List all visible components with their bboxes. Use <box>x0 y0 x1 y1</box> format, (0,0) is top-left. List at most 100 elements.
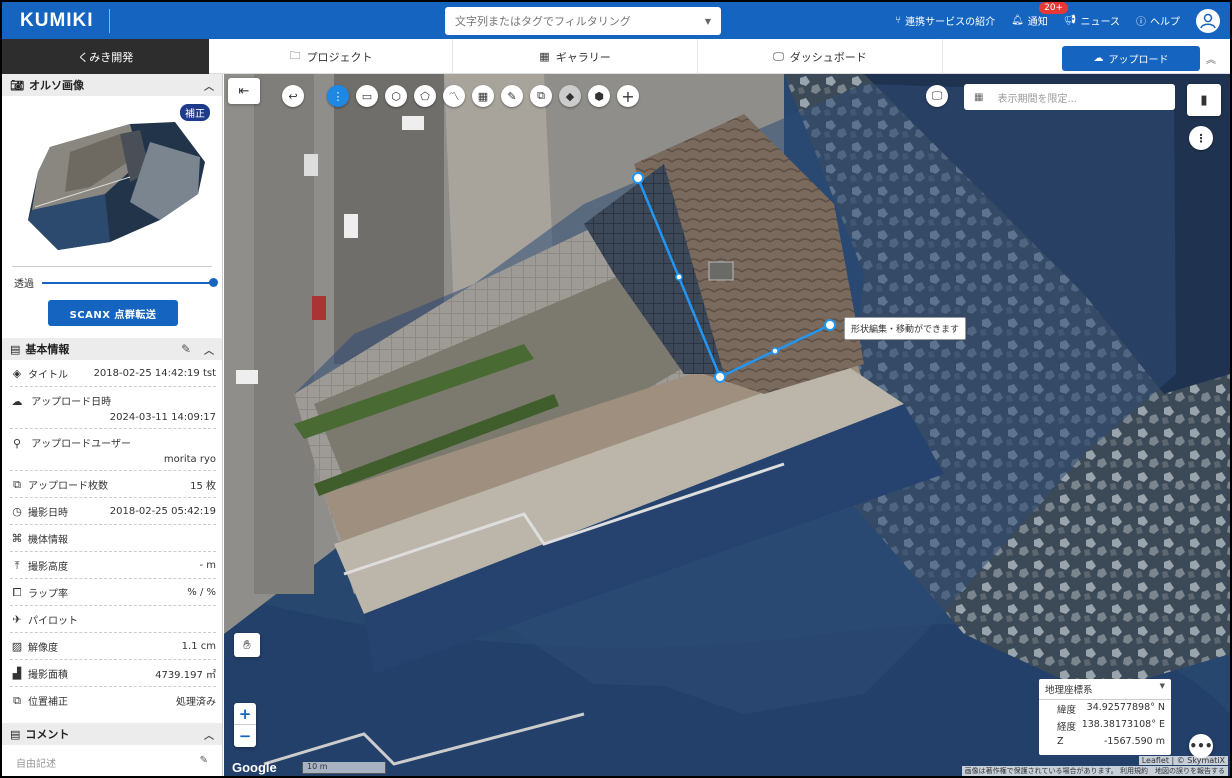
map-attribution[interactable]: Leaflet | © SkymatiX <box>1138 756 1228 765</box>
map-menu-button[interactable]: ⋮ <box>1189 126 1213 150</box>
pentagon-icon: ⬠ <box>420 89 430 103</box>
camera-icon: 📷︎ <box>10 78 24 92</box>
opacity-slider-row: 透過 <box>2 267 222 290</box>
bell-icon: 🔔︎ <box>1011 15 1024 26</box>
upload-button[interactable]: ☁ アップロード <box>1062 46 1200 71</box>
zoom-in-button[interactable]: + <box>234 703 256 725</box>
search-filter[interactable]: ▼ <box>445 7 721 35</box>
scanx-transfer-button[interactable]: SCANX 点群転送 <box>48 300 178 326</box>
coordinate-panel: 地理座標系 ▼ 緯度 34.92577898° N 経度 138.3817310… <box>1039 679 1171 755</box>
hand-icon: ✋︎ <box>243 637 251 653</box>
info-row-resolution: ▨ 解像度 1.1 cm <box>10 633 216 660</box>
news-button[interactable]: 📢︎ ニュース <box>1064 13 1120 28</box>
ortho-title: オルソ画像 <box>28 79 84 92</box>
measure-distance-tool[interactable]: ▭ <box>356 85 378 107</box>
info-value: 処理済み <box>176 697 216 708</box>
chevron-down-icon[interactable]: ▼ <box>705 17 711 26</box>
tab-project-label: プロジェクト <box>306 50 373 64</box>
info-label: 解像度 <box>28 643 58 654</box>
tab-dashboard[interactable]: 🖵 ダッシュボード <box>698 39 943 74</box>
eraser-tool[interactable]: ◆ <box>559 85 581 107</box>
edit-icon[interactable]: ✎ <box>181 342 191 356</box>
edit-icon: ✎ <box>507 89 517 103</box>
search-input[interactable] <box>455 14 705 28</box>
zoom-out-button[interactable]: − <box>234 725 256 747</box>
comment-field[interactable]: 自由記述 ✎ <box>2 745 222 776</box>
volume-tool[interactable]: ⬢ <box>588 85 610 107</box>
layers-icon: ◈ <box>12 367 22 380</box>
add-tool[interactable]: + <box>617 85 639 107</box>
display-settings-button[interactable]: 🖵 <box>926 85 948 107</box>
basic-info-header[interactable]: ▤ 基本情報 ✎ ︿ <box>2 338 222 360</box>
info-label: 位置補正 <box>28 697 68 708</box>
compare-tool[interactable]: ⧉ <box>530 85 552 107</box>
avatar[interactable] <box>1196 8 1220 33</box>
integration-link[interactable]: ⑂ 連携サービスの紹介 <box>895 13 995 28</box>
cloud-upload-icon: ☁ <box>1093 53 1104 64</box>
info-list-icon: ▤ <box>10 342 21 356</box>
comment-placeholder: 自由記述 <box>16 759 56 770</box>
map-terms[interactable]: 画像は著作権で保護されている場合があります。 利用規約 地図の誤りを報告する <box>961 766 1228 776</box>
megaphone-icon: 📢︎ <box>1063 15 1077 26</box>
ortho-preview-image <box>28 122 205 250</box>
coord-z-row: Z -1567.590 m <box>1039 734 1171 748</box>
map-view[interactable]: ⇤ ↩ ⋮ ▭ ⬡ ⬠ 〽 ▦ ✎ ⧉ ◆ ⬢ + 🖵 ▦ 表示期間を限定...… <box>224 74 1230 776</box>
opacity-slider[interactable] <box>42 277 218 287</box>
cloud-upload-icon: ☁ <box>11 395 23 408</box>
edit-icon[interactable]: ✎ <box>200 755 208 770</box>
info-row-upload-count: ⧉ アップロード枚数 15 枚 <box>10 471 216 498</box>
slider-handle[interactable] <box>209 277 218 287</box>
calendar-icon: ▦ <box>974 91 984 103</box>
app-logo[interactable]: KUMIKI <box>2 8 110 33</box>
user-icon: ⚲ <box>12 437 22 450</box>
ortho-thumbnail[interactable]: 補正 <box>10 102 214 250</box>
collapse-up-icon[interactable]: ︽ <box>1206 51 1216 66</box>
opacity-label: 透過 <box>14 279 34 290</box>
area-tool[interactable]: ⬡ <box>385 85 407 107</box>
info-value: % / % <box>187 587 216 598</box>
profile-tool[interactable]: 〽 <box>443 85 465 107</box>
pilot-icon: ✈ <box>12 613 22 626</box>
tab-gallery[interactable]: ▦ ギャラリー <box>453 39 698 74</box>
tab-project[interactable]: 🗀 プロジェクト <box>210 39 453 74</box>
lat-value: 34.92577898° N <box>1086 702 1165 713</box>
top-right-menu: ⑂ 連携サービスの紹介 🔔︎ 通知 20+ 📢︎ ニュース ⓘ ヘルプ <box>895 2 1220 39</box>
more-options-button[interactable]: ••• <box>1189 734 1213 758</box>
info-row-position: ⧉ 位置補正 処理済み <box>10 687 216 713</box>
chevron-up-icon[interactable]: ︿ <box>204 727 214 742</box>
coord-system-select[interactable]: 地理座標系 ▼ <box>1039 679 1171 700</box>
layer-toggle-button[interactable]: ▮ <box>1187 84 1221 116</box>
line-chart-icon: 〽 <box>448 90 460 103</box>
polygon-tool[interactable]: ⬠ <box>414 85 436 107</box>
org-name[interactable]: くみき開発 <box>2 39 209 74</box>
undo-tool[interactable]: ↩ <box>282 85 304 107</box>
pan-hand-button[interactable]: ✋︎ <box>234 633 260 657</box>
altitude-icon: ⤒ <box>14 558 20 572</box>
resolution-icon: ▨ <box>11 640 23 653</box>
annotate-tool[interactable]: ✎ <box>501 85 523 107</box>
basic-info-title: 基本情報 <box>25 343 70 356</box>
notifications-button[interactable]: 🔔︎ 通知 20+ <box>1011 2 1069 28</box>
period-placeholder: 表示期間を限定... <box>997 93 1077 105</box>
info-row-pilot: ✈ パイロット <box>10 606 216 633</box>
chevron-up-icon[interactable]: ︿ <box>204 342 214 357</box>
period-filter[interactable]: ▦ 表示期間を限定... <box>964 84 1175 110</box>
info-label: パイロット <box>28 616 78 627</box>
more-tools-button[interactable]: ⋮ <box>327 85 349 107</box>
comment-header[interactable]: ▤ コメント ︿ <box>2 723 222 745</box>
coord-lat-row: 緯度 34.92577898° N <box>1039 700 1171 717</box>
left-sidebar: 📷︎ オルソ画像 ︿ 補正 透過 SCANX 点群転送 ▤ 基本情報 ✎ ︿ ◈… <box>2 74 223 776</box>
help-button[interactable]: ⓘ ヘルプ <box>1136 13 1180 28</box>
info-value: 2018-02-25 05:42:19 <box>109 506 216 517</box>
integration-label: 連携サービスの紹介 <box>905 17 996 28</box>
ortho-section-header[interactable]: 📷︎ オルソ画像 ︿ <box>2 74 222 96</box>
collapse-sidebar-button[interactable]: ⇤ <box>228 78 260 104</box>
basic-info-list: ◈ タイトル 2018-02-25 14:42:19 tst ☁ アップロード日… <box>2 360 222 713</box>
grid-tool[interactable]: ▦ <box>472 85 494 107</box>
collapse-left-icon: ⇤ <box>238 83 250 99</box>
info-value: 15 枚 <box>190 481 216 492</box>
cube-icon: ⬢ <box>594 89 604 103</box>
chevron-up-icon[interactable]: ︿ <box>204 78 214 93</box>
chevron-down-icon[interactable]: ▼ <box>1160 682 1165 696</box>
info-label: タイトル <box>28 370 68 381</box>
